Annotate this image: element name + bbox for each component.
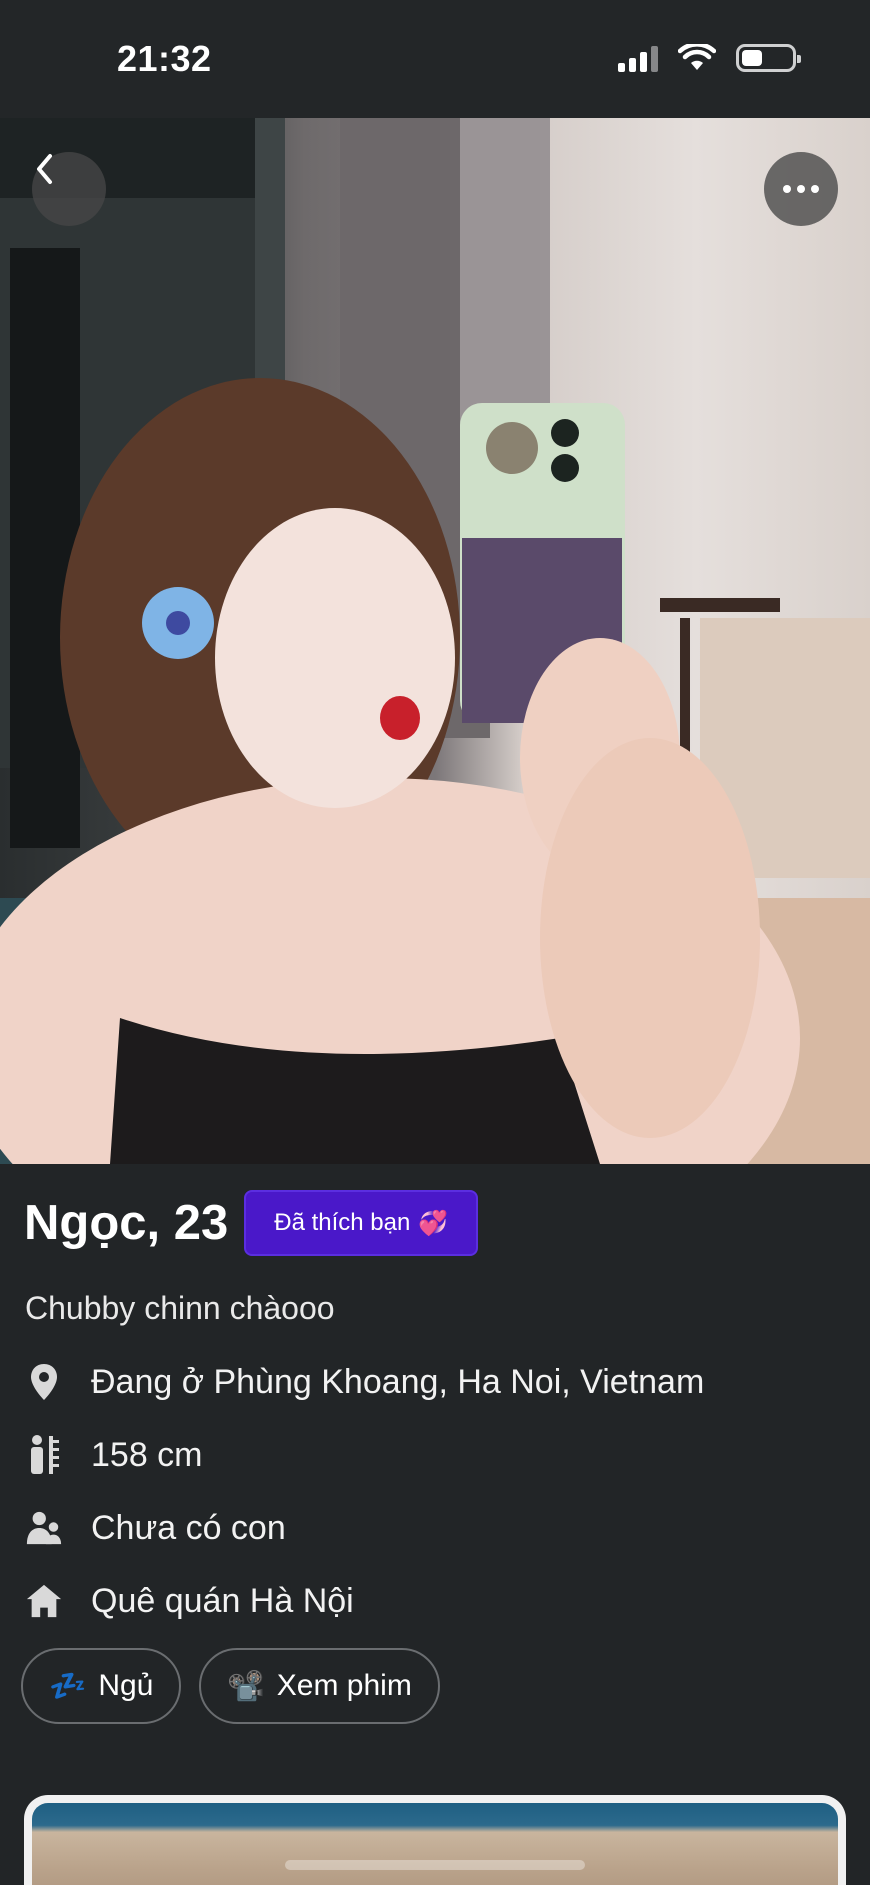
back-button[interactable] (32, 152, 106, 226)
family-icon (25, 1508, 63, 1548)
height-row: 158 cm (25, 1435, 203, 1475)
status-time: 21:32 (117, 38, 212, 79)
children-row: Chưa có con (25, 1508, 286, 1548)
more-dots-icon (783, 185, 819, 193)
more-options-button[interactable] (764, 152, 838, 226)
interest-chip-movies[interactable]: 📽️ Xem phim (199, 1648, 440, 1724)
profile-bio: Chubby chinn chàooo (25, 1290, 335, 1326)
chevron-left-icon (37, 154, 52, 184)
profile-photo[interactable] (0, 118, 870, 1164)
hearts-icon: 💞 (418, 1209, 449, 1237)
status-bar: 21:32 (0, 0, 870, 118)
profile-header: Ngọc, 23 Đã thích bạn 💞 (24, 1190, 479, 1256)
children-text: Chưa có con (91, 1508, 286, 1547)
height-ruler-icon (25, 1435, 63, 1475)
height-text: 158 cm (91, 1435, 203, 1474)
interest-label: Xem phim (276, 1669, 412, 1702)
next-profile-photo[interactable] (24, 1795, 846, 1885)
profile-name-age: Ngọc, 23 (24, 1196, 229, 1250)
location-row: Đang ở Phùng Khoang, Ha Noi, Vietnam (25, 1362, 704, 1402)
sleep-icon: 💤 (49, 1669, 87, 1703)
interest-chips: 💤 Ngủ 📽️ Xem phim (21, 1648, 440, 1724)
photo-illustration (0, 118, 870, 1164)
interest-label: Ngủ (98, 1669, 154, 1702)
home-icon (25, 1581, 63, 1621)
liked-you-badge: Đã thích bạn 💞 (244, 1190, 479, 1256)
hometown-row: Quê quán Hà Nội (25, 1581, 354, 1621)
cellular-signal-icon (618, 44, 658, 72)
interest-chip-sleep[interactable]: 💤 Ngủ (21, 1648, 182, 1724)
liked-badge-label: Đã thích bạn (274, 1209, 411, 1236)
hometown-text: Quê quán Hà Nội (91, 1581, 354, 1620)
status-icons (618, 44, 801, 72)
location-text: Đang ở Phùng Khoang, Ha Noi, Vietnam (91, 1362, 705, 1401)
battery-icon (736, 44, 801, 72)
location-pin-icon (25, 1362, 63, 1402)
wifi-icon (678, 44, 716, 70)
home-indicator[interactable] (285, 1860, 585, 1870)
film-projector-icon: 📽️ (227, 1669, 265, 1703)
